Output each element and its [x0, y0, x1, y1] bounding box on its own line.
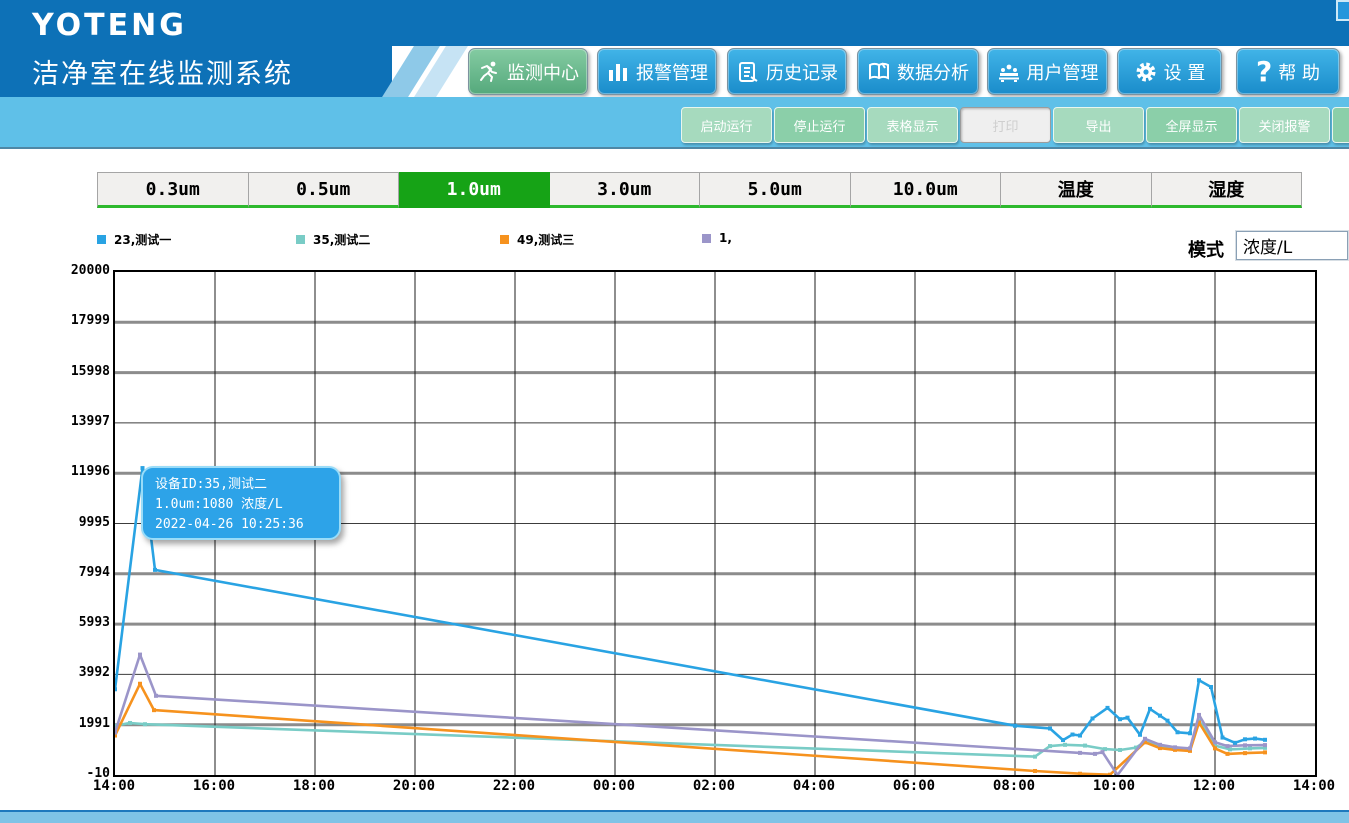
nav-label: 历史记录	[766, 59, 838, 85]
nav-label: 帮 助	[1278, 59, 1320, 85]
bar-chart-icon	[606, 60, 630, 84]
x-axis-tick-label: 10:00	[1084, 778, 1144, 794]
close-alarm-button[interactable]: 关闭报警	[1239, 107, 1330, 143]
logo-block: YOTENG 洁净室在线监测系统	[0, 0, 392, 97]
tab-3.0um[interactable]: 3.0um	[550, 172, 701, 208]
tab-0.5um[interactable]: 0.5um	[249, 172, 400, 208]
tooltip-time-line: 2022-04-26 10:25:36	[155, 515, 339, 535]
start-run-button[interactable]: 启动运行	[681, 107, 772, 143]
fullscreen-button[interactable]: 全屏显示	[1146, 107, 1237, 143]
legend-swatch	[296, 235, 305, 244]
legend-item: 49,测试三	[500, 231, 574, 248]
legend-item: 1,	[702, 231, 732, 245]
tab-0.3um[interactable]: 0.3um	[97, 172, 249, 208]
stop-run-button[interactable]: 停止运行	[774, 107, 865, 143]
x-axis-tick-label: 04:00	[784, 778, 844, 794]
tab-1.0um[interactable]: 1.0um	[399, 172, 550, 208]
tab-10.0um[interactable]: 10.0um	[851, 172, 1002, 208]
y-axis-tick-label: 9995	[40, 515, 110, 530]
toolbar-separator	[0, 147, 1349, 149]
nav-label: 报警管理	[636, 59, 708, 85]
x-axis-tick-label: 20:00	[384, 778, 444, 794]
tooltip-value-line: 1.0um:1080 浓度/L	[155, 495, 339, 515]
print-button[interactable]: 打印	[960, 107, 1051, 143]
legend-label: 23,测试一	[114, 231, 171, 248]
legend-swatch	[702, 234, 711, 243]
tab-temperature[interactable]: 温度	[1001, 172, 1152, 208]
mode-label: 模式	[1188, 236, 1224, 262]
nav-label: 用户管理	[1027, 59, 1099, 85]
nav-monitor-center[interactable]: 监测中心	[468, 48, 588, 95]
tooltip-device-line: 设备ID:35,测试二	[155, 475, 339, 495]
y-axis-tick-label: 13997	[40, 414, 110, 429]
y-axis-tick-label: 15998	[40, 364, 110, 379]
x-axis-tick-label: 06:00	[884, 778, 944, 794]
x-axis-tick-label: 16:00	[184, 778, 244, 794]
nav-label: 数据分析	[897, 59, 969, 85]
toolbar-buttons: 启动运行 停止运行 表格显示 打印 导出 全屏显示 关闭报警	[681, 107, 1349, 143]
x-axis-tick-label: 18:00	[284, 778, 344, 794]
nav-user-management[interactable]: 用户管理	[987, 48, 1108, 95]
tab-humidity[interactable]: 湿度	[1152, 172, 1303, 208]
y-axis-tick-label: 3992	[40, 665, 110, 680]
tab-5.0um[interactable]: 5.0um	[700, 172, 851, 208]
table-view-button[interactable]: 表格显示	[867, 107, 958, 143]
x-axis-tick-label: 12:00	[1184, 778, 1244, 794]
y-axis-tick-label: 17999	[40, 313, 110, 328]
app-logo: YOTENG	[32, 8, 187, 43]
y-axis-tick-label: 11996	[40, 464, 110, 479]
app-window: YOTENG 洁净室在线监测系统 监测中心 报警管理 历史记录 数据分析 用户管…	[0, 0, 1349, 823]
chart-tooltip: 设备ID:35,测试二 1.0um:1080 浓度/L 2022-04-26 1…	[141, 466, 341, 540]
runner-icon	[477, 60, 501, 84]
size-tabs: 0.3um 0.5um 1.0um 3.0um 5.0um 10.0um 温度 …	[97, 172, 1302, 208]
nav-label: 监测中心	[507, 59, 579, 85]
x-axis-tick-label: 14:00	[84, 778, 144, 794]
question-icon: ?	[1256, 60, 1272, 84]
nav-settings[interactable]: 设 置	[1117, 48, 1222, 95]
y-axis-tick-label: 20000	[40, 263, 110, 278]
x-axis-tick-label: 14:00	[1284, 778, 1344, 794]
x-axis-tick-label: 08:00	[984, 778, 1044, 794]
legend-swatch	[500, 235, 509, 244]
legend-item: 35,测试二	[296, 231, 370, 248]
nav-help[interactable]: ? 帮 助	[1236, 48, 1340, 95]
document-icon	[736, 60, 760, 84]
nav-label: 设 置	[1164, 59, 1206, 85]
top-right-icon[interactable]	[1336, 0, 1349, 21]
x-axis-tick-label: 02:00	[684, 778, 744, 794]
nav-alarm-management[interactable]: 报警管理	[597, 48, 717, 95]
y-axis-tick-label: 5993	[40, 615, 110, 630]
legend-label: 49,测试三	[517, 231, 574, 248]
y-axis-tick-label: 7994	[40, 565, 110, 580]
legend-item: 23,测试一	[97, 231, 171, 248]
gear-icon	[1134, 60, 1158, 84]
nav-data-analysis[interactable]: 数据分析	[857, 48, 979, 95]
nav-history-records[interactable]: 历史记录	[727, 48, 847, 95]
legend-swatch	[97, 235, 106, 244]
toolbar-partial-button[interactable]	[1332, 107, 1349, 143]
bottom-bar	[0, 810, 1349, 823]
mode-select[interactable]: 浓度/L	[1236, 231, 1348, 260]
x-axis-tick-label: 22:00	[484, 778, 544, 794]
book-icon	[867, 60, 891, 84]
legend-label: 35,测试二	[313, 231, 370, 248]
legend-label: 1,	[719, 231, 732, 245]
users-icon	[997, 60, 1021, 84]
export-button[interactable]: 导出	[1053, 107, 1144, 143]
y-axis-tick-label: 1991	[40, 716, 110, 731]
x-axis-tick-label: 00:00	[584, 778, 644, 794]
app-subtitle: 洁净室在线监测系统	[32, 52, 293, 91]
